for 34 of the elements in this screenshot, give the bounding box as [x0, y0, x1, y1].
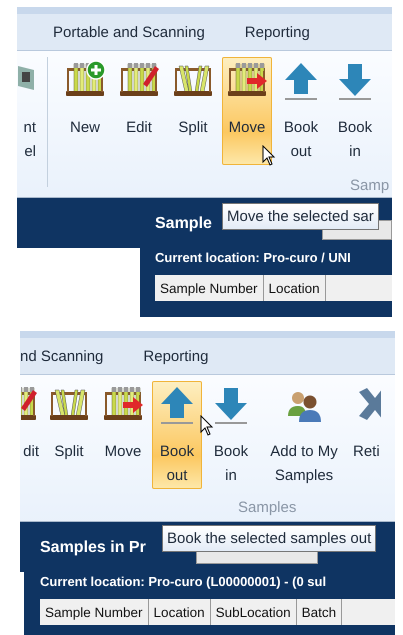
ribbon-tab[interactable]: Reporting — [244, 24, 310, 40]
ribbon-button[interactable]: New — [60, 57, 110, 165]
ribbon-tab[interactable]: Reporting — [143, 348, 208, 364]
column-header[interactable]: Sample Number — [40, 599, 149, 625]
ribbon-tab[interactable]: Portable and Scanning — [53, 24, 205, 40]
column-header[interactable]: Location — [264, 275, 326, 301]
tooltip: Book the selected samples out — [162, 525, 376, 552]
ribbon-button[interactable]: Edit — [114, 57, 164, 165]
ribbon-button[interactable]: Book in — [206, 381, 256, 489]
ribbon-tab[interactable]: nd Scanning — [20, 348, 104, 364]
ribbon-group-label: Samples — [238, 498, 296, 516]
cursor-icon — [262, 145, 276, 167]
panel-title: Sample — [155, 215, 212, 233]
ribbon-button[interactable]: Book out — [152, 381, 202, 489]
panel-title: Samples in Pr — [40, 539, 146, 557]
cursor-icon — [200, 415, 214, 437]
ribbon-button[interactable]: dit — [20, 381, 40, 489]
ribbon-button[interactable]: nt el — [17, 57, 37, 165]
ribbon-button[interactable]: Move — [222, 57, 272, 165]
current-location: Current location: Pro-curo / UNI — [155, 249, 352, 267]
column-header[interactable]: SubLocation — [210, 599, 297, 625]
ribbon-button[interactable]: Add to My Samples — [260, 381, 348, 489]
ribbon-button[interactable]: Split — [44, 381, 94, 489]
current-location: Current location: Pro-curo (L00000001) - (0 sul — [40, 573, 328, 591]
column-header[interactable]: Batch — [296, 599, 342, 625]
ribbon-button[interactable]: Book out — [276, 57, 326, 165]
ribbon-button[interactable]: Book in — [330, 57, 380, 165]
column-header[interactable]: Location — [148, 599, 211, 625]
ribbon-button[interactable]: Move — [98, 381, 148, 489]
ribbon-button[interactable]: Reti — [352, 381, 382, 489]
ribbon-button[interactable]: Split — [168, 57, 218, 165]
column-header[interactable]: Sample Number — [155, 275, 264, 301]
tooltip: Move the selected sar — [222, 203, 379, 230]
ribbon-group-label: Samp — [350, 176, 390, 194]
